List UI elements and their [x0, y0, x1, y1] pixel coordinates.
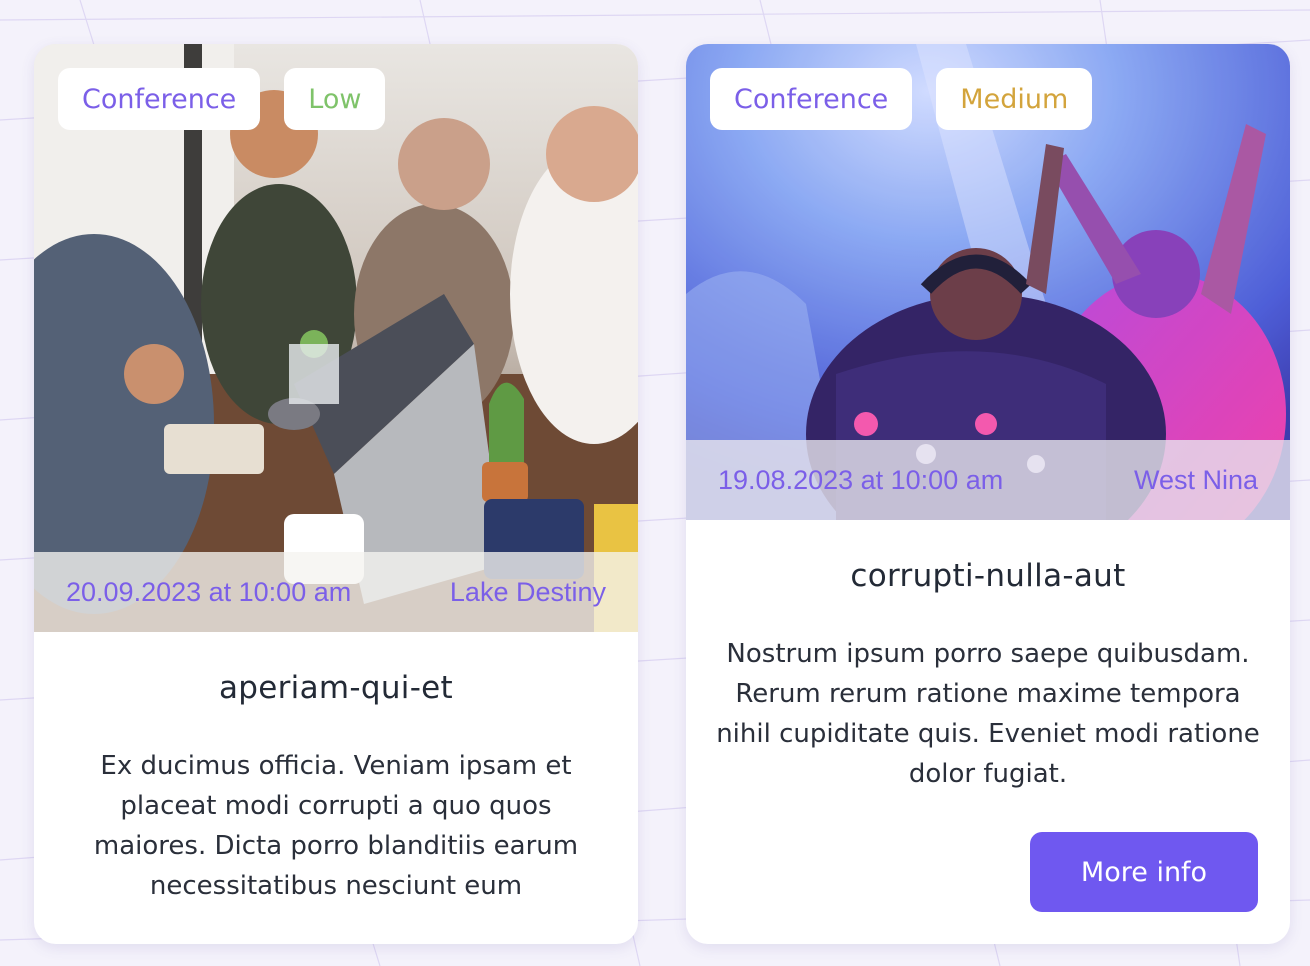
event-image: Conference Low 20.09.2023 at 10:00 am La…	[34, 44, 638, 632]
event-location: Lake Destiny	[449, 576, 606, 607]
category-tag[interactable]: Conference	[58, 68, 261, 130]
event-title: aperiam-qui-et	[218, 670, 454, 706]
event-title: corrupti-nulla-aut	[850, 558, 1126, 594]
event-description: Ex ducimus officia. Veniam ipsam et plac…	[93, 751, 579, 901]
meeting-photo	[34, 44, 638, 632]
event-meta: 20.09.2023 at 10:00 am Lake Destiny	[34, 552, 638, 632]
priority-tag[interactable]: Low	[284, 68, 386, 130]
event-card[interactable]: Conference Low 20.09.2023 at 10:00 am La…	[34, 44, 638, 944]
priority-tag[interactable]: Medium	[936, 68, 1093, 130]
category-tag[interactable]: Conference	[710, 68, 913, 130]
event-card[interactable]: Conference Medium 19.08.2023 at 10:00 am…	[686, 44, 1290, 944]
tag-list: Conference Low	[58, 68, 386, 130]
event-meta: 19.08.2023 at 10:00 am West Nina	[686, 440, 1290, 520]
event-description: Nostrum ipsum porro saepe quibusdam. Rer…	[716, 639, 1260, 789]
tag-list: Conference Medium	[710, 68, 1093, 130]
event-date: 20.09.2023 at 10:00 am	[66, 576, 352, 607]
more-info-button[interactable]: More info	[1030, 832, 1258, 912]
event-date: 19.08.2023 at 10:00 am	[718, 464, 1004, 495]
event-location: West Nina	[1133, 464, 1258, 495]
event-image: Conference Medium 19.08.2023 at 10:00 am…	[686, 44, 1290, 520]
